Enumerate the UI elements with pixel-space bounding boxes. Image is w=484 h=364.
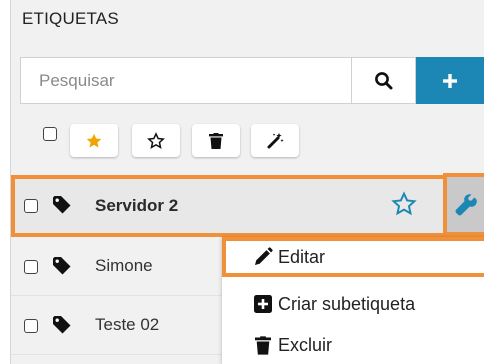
menu-item-label: Editar [278,246,326,267]
menu-item-label: Criar subetiqueta [278,293,416,314]
tag-label: Simone [95,256,153,275]
menu-item-edit[interactable]: Editar [222,237,484,277]
tag-settings-button[interactable] [443,173,484,236]
pencil-icon [252,247,274,267]
trash-icon [252,335,274,355]
tag-checkbox[interactable] [24,260,38,274]
tag-icon [53,257,71,275]
star-outline-icon[interactable] [391,191,417,217]
menu-item-delete[interactable]: Excluir [222,326,484,364]
magic-wand-button[interactable] [251,124,299,157]
favorite-filled-button[interactable] [70,124,118,157]
favorite-outline-button[interactable] [132,124,180,157]
plus-square-icon [252,295,274,313]
trash-icon [209,132,223,149]
tag-label: Servidor 2 [95,196,179,215]
star-outline-icon [147,131,165,149]
search-button[interactable] [352,57,416,104]
select-all-checkbox[interactable] [43,127,57,141]
magic-wand-icon [267,132,284,148]
menu-item-label: Excluir [278,334,333,355]
tag-icon [53,196,71,214]
star-filled-icon [86,133,102,147]
tag-icon [53,316,71,334]
tag-context-menu: Editar Criar subetiqueta Excluir [222,237,484,364]
tag-row-servidor-2[interactable]: Servidor 2 [11,175,484,237]
search-input[interactable] [21,58,345,103]
delete-button[interactable] [192,124,240,157]
search-icon [374,71,392,89]
tag-checkbox[interactable] [24,319,38,333]
tag-label: Teste 02 [95,315,160,334]
menu-item-create-subtag[interactable]: Criar subetiqueta [222,285,484,323]
wrench-icon [455,193,477,215]
panel-title: ETIQUETAS [22,9,119,28]
plus-icon [443,73,457,88]
search-box [20,57,352,104]
tag-checkbox[interactable] [24,199,38,213]
add-tag-button[interactable] [416,57,484,104]
